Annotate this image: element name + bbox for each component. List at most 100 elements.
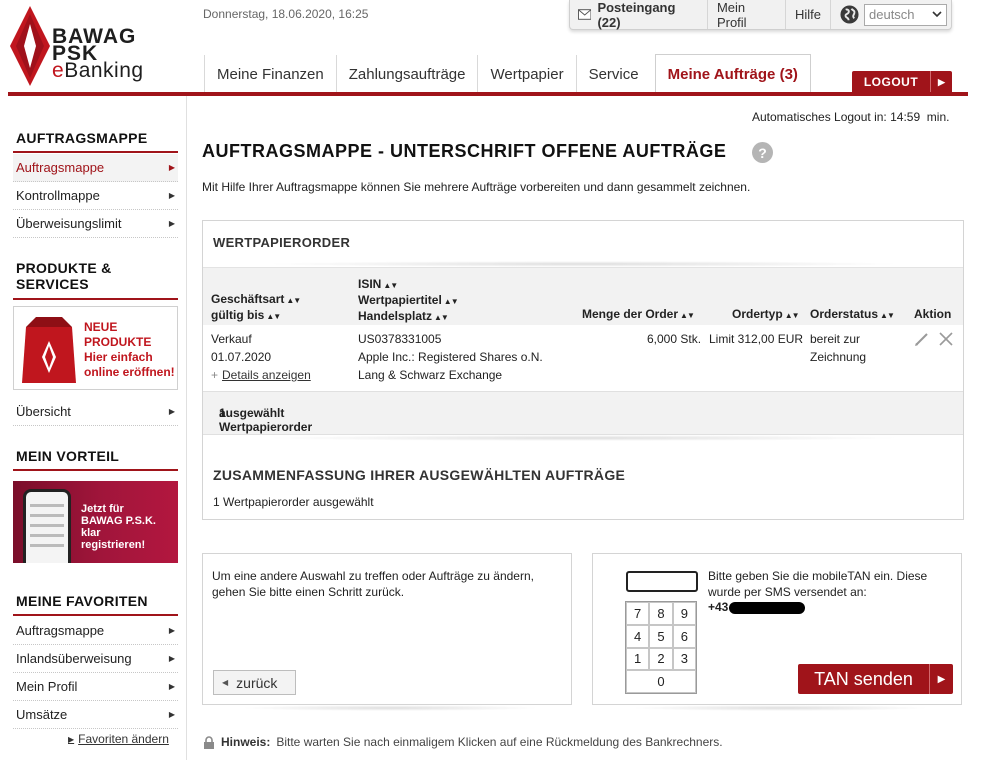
- sidebar-rule: [13, 469, 178, 471]
- envelope-icon: [578, 9, 592, 20]
- order-status-line: Zeichnung: [810, 350, 867, 364]
- logout-button[interactable]: LOGOUT ▶: [852, 71, 952, 93]
- sort-icon[interactable]: ▲▼: [785, 311, 800, 320]
- keypad-key-6[interactable]: 6: [672, 624, 696, 648]
- promo-line: registrieren!: [81, 539, 146, 551]
- logout-label: LOGOUT: [863, 75, 919, 89]
- security-cell: US0378331005 Apple Inc.: Registered Shar…: [358, 330, 543, 384]
- tan-keypad: 7 8 9 4 5 6 1 2 3 0: [625, 601, 697, 694]
- sort-icon[interactable]: ▲▼: [680, 311, 695, 320]
- sidebar-item-fav-inlandsueberweisung[interactable]: Inlandsüberweisung ▶: [13, 645, 178, 673]
- sidebar-item-label: Auftragsmappe: [16, 623, 105, 638]
- details-link[interactable]: Details anzeigen: [222, 368, 311, 382]
- sidebar-item-fav-mein-profil[interactable]: Mein Profil ▶: [13, 673, 178, 701]
- order-quantity: 6,000 Stk.: [647, 332, 702, 346]
- tab-meine-finanzen[interactable]: Meine Finanzen: [204, 55, 337, 93]
- keypad-key-1[interactable]: 1: [626, 647, 650, 671]
- orders-table-header: Geschäftsart ▲▼ gültig bis ▲▼ ISIN ▲▼ Wertp…: [203, 267, 963, 325]
- tab-service[interactable]: Service: [577, 55, 651, 93]
- current-datetime: Donnerstag, 18.06.2020, 16:25: [203, 7, 369, 21]
- promo-new-products[interactable]: NEUE PRODUKTE Hier einfach online eröffn…: [13, 306, 178, 390]
- sidebar-item-ueberweisungslimit[interactable]: Überweisungslimit ▶: [13, 210, 178, 238]
- security-venue: Lang & Schwarz Exchange: [358, 368, 503, 382]
- triangle-right-icon: ▶: [68, 734, 75, 744]
- table-row: Verkauf 01.07.2020 + Details anzeigen US0…: [203, 325, 963, 391]
- column-header-label: Ordertyp: [732, 307, 783, 321]
- triangle-right-icon: ▶: [168, 626, 175, 635]
- sidebar-item-auftragsmappe[interactable]: Auftragsmappe ▶: [13, 154, 178, 182]
- profile-link[interactable]: Mein Profil: [708, 0, 786, 30]
- column-header-label: Geschäftsart: [211, 292, 285, 306]
- triangle-right-icon: ▶: [168, 163, 175, 172]
- column-header-label: Wertpapiertitel: [358, 293, 442, 307]
- column-header-menge[interactable]: Menge der Order ▲▼: [582, 307, 695, 323]
- sidebar-rule: [13, 614, 178, 616]
- column-header-ordertyp[interactable]: Ordertyp ▲▼: [732, 307, 800, 323]
- sidebar-item-kontrollmappe[interactable]: Kontrollmappe ▶: [13, 182, 178, 210]
- shopping-bag-icon: [22, 317, 76, 383]
- sidebar-heading-mein-vorteil: MEIN VORTEIL: [16, 448, 120, 464]
- triangle-right-icon: ▶: [168, 682, 175, 691]
- promo-line: NEUE: [84, 320, 118, 334]
- keypad-key-3[interactable]: 3: [672, 647, 696, 671]
- tab-wertpapier[interactable]: Wertpapier: [478, 55, 577, 93]
- column-header-geschaeftsart[interactable]: Geschäftsart ▲▼ gültig bis ▲▼: [211, 292, 301, 324]
- delete-x-icon[interactable]: [938, 331, 954, 347]
- top-utility-bar: Posteingang (22) Mein Profil Hilfe deuts…: [569, 0, 952, 30]
- plus-icon: +: [211, 368, 219, 382]
- tan-phone-number: +43: [708, 600, 806, 614]
- sort-icon[interactable]: ▲▼: [383, 281, 398, 290]
- triangle-right-icon: ▶: [168, 407, 175, 416]
- promo-registration[interactable]: Jetzt für BAWAG P.S.K. klar registrieren…: [13, 481, 178, 563]
- promo-line: Jetzt für: [81, 503, 124, 515]
- column-header-orderstatus[interactable]: Orderstatus ▲▼: [810, 307, 895, 323]
- sidebar-item-uebersicht[interactable]: Übersicht ▶: [13, 398, 178, 426]
- keypad-key-4[interactable]: 4: [626, 624, 650, 648]
- sidebar-item-fav-auftragsmappe[interactable]: Auftragsmappe ▶: [13, 617, 178, 645]
- sort-icon[interactable]: ▲▼: [266, 312, 281, 321]
- keypad-key-9[interactable]: 9: [672, 602, 696, 625]
- inbox-link[interactable]: Posteingang (22): [570, 0, 708, 30]
- keypad-key-0[interactable]: 0: [626, 670, 696, 693]
- tan-input[interactable]: [626, 571, 698, 592]
- send-tan-button[interactable]: TAN senden ▶: [798, 664, 953, 694]
- edit-favorites-link[interactable]: ▶ Favoriten ändern: [68, 732, 169, 746]
- promo-text: NEUE PRODUKTE Hier einfach online eröffn…: [84, 320, 175, 380]
- lock-icon: [204, 735, 214, 749]
- edit-pencil-icon[interactable]: [914, 331, 930, 347]
- sidebar-item-fav-umsaetze[interactable]: Umsätze ▶: [13, 701, 178, 729]
- summary-title: ZUSAMMENFASSUNG IHRER AUSGEWÄHLTEN AUFTR…: [213, 467, 626, 483]
- tab-meine-auftraege[interactable]: Meine Aufträge (3): [654, 54, 811, 93]
- help-icon[interactable]: ?: [752, 142, 773, 163]
- tab-zahlungsauftraege[interactable]: Zahlungsaufträge: [337, 55, 479, 93]
- sort-icon[interactable]: ▲▼: [286, 296, 301, 305]
- triangle-right-icon: ▶: [168, 710, 175, 719]
- page-title: AUFTRAGSMAPPE - UNTERSCHRIFT OFFENE AUFT…: [202, 141, 727, 161]
- sort-icon[interactable]: ▲▼: [880, 311, 895, 320]
- help-link[interactable]: Hilfe: [786, 0, 831, 29]
- back-button[interactable]: ◀ zurück: [213, 670, 296, 695]
- column-header-label: Orderstatus: [810, 307, 879, 321]
- keypad-key-8[interactable]: 8: [649, 602, 673, 625]
- column-header-isin[interactable]: ISIN ▲▼ Wertpapiertitel ▲▼ Handelsplatz ▲▼: [358, 277, 459, 325]
- sort-icon[interactable]: ▲▼: [444, 297, 459, 306]
- language-select[interactable]: deutsch: [864, 3, 947, 26]
- sidebar-heading-produkte: PRODUKTE & SERVICES: [16, 260, 112, 292]
- keypad-key-7[interactable]: 7: [626, 602, 650, 625]
- triangle-right-icon: ▶: [168, 219, 175, 228]
- promo-line: Hier einfach: [84, 350, 153, 364]
- panel-shadow: [240, 705, 540, 711]
- bawag-logo[interactable]: BAWAG PSK eBanking: [10, 6, 180, 88]
- main-navigation: Meine Finanzen Zahlungsaufträge Wertpapi…: [204, 54, 811, 93]
- column-header-label: ISIN: [358, 277, 382, 291]
- auto-logout-label: Automatisches Logout in:: [752, 110, 887, 124]
- selection-count-row: 1 Wertpapierorder ausgewählt: [203, 391, 963, 435]
- smartphone-icon: [23, 489, 71, 563]
- triangle-right-icon: ▶: [168, 191, 175, 200]
- order-valid-until: 01.07.2020: [211, 350, 272, 364]
- keypad-key-2[interactable]: 2: [649, 647, 673, 671]
- keypad-key-5[interactable]: 5: [649, 624, 673, 648]
- summary-text: 1 Wertpapierorder ausgewählt: [213, 495, 374, 509]
- sort-icon[interactable]: ▲▼: [434, 313, 449, 322]
- promo-text: Jetzt für BAWAG P.S.K. klar registrieren…: [81, 503, 178, 551]
